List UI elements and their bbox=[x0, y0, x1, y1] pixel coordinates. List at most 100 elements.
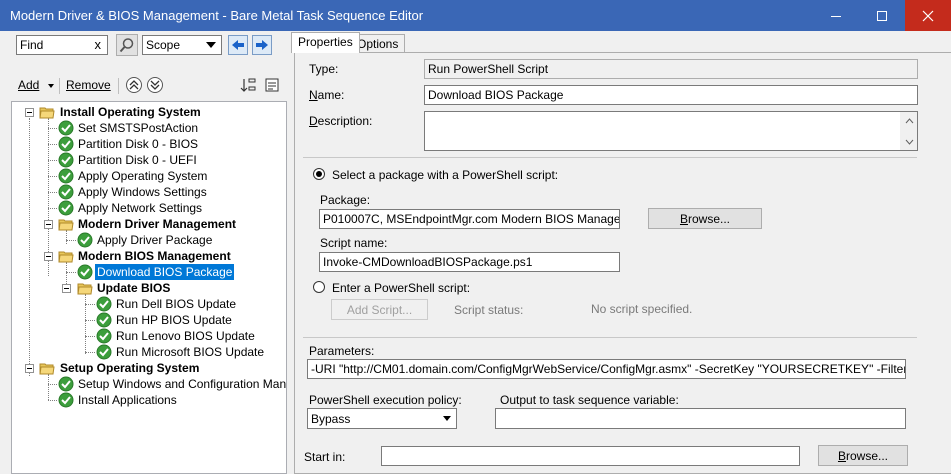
tree-item-label: Partition Disk 0 - UEFI bbox=[78, 153, 197, 167]
divider bbox=[303, 337, 917, 338]
collapse-toggle[interactable] bbox=[25, 108, 34, 117]
check-icon bbox=[58, 152, 74, 168]
double-chevron-up-icon bbox=[129, 80, 139, 90]
script-status-value: No script specified. bbox=[591, 302, 693, 316]
tree-item[interactable]: Install Applications bbox=[12, 392, 286, 408]
tree-item-selected[interactable]: Download BIOS Package bbox=[12, 264, 286, 280]
check-icon bbox=[77, 232, 93, 248]
close-icon bbox=[922, 10, 934, 21]
sort-icon[interactable] bbox=[240, 77, 256, 93]
check-icon bbox=[58, 136, 74, 152]
search-icon bbox=[119, 38, 134, 53]
tree-item[interactable]: Run HP BIOS Update bbox=[12, 312, 286, 328]
package-label: Package: bbox=[320, 193, 371, 207]
folder-icon bbox=[58, 216, 74, 232]
package-input[interactable]: P010007C, MSEndpointMgr.com Modern BIOS … bbox=[319, 209, 620, 229]
folder-icon bbox=[39, 360, 55, 376]
script-name-input[interactable]: Invoke-CMDownloadBIOSPackage.ps1 bbox=[319, 252, 620, 272]
move-down-button[interactable] bbox=[147, 77, 163, 93]
check-icon bbox=[96, 296, 112, 312]
scroll-up-icon[interactable] bbox=[901, 112, 918, 129]
start-in-label: Start in: bbox=[304, 450, 346, 464]
check-icon bbox=[58, 392, 74, 408]
tree-item-label: Run Dell BIOS Update bbox=[116, 297, 237, 311]
check-icon bbox=[96, 328, 112, 344]
check-icon bbox=[96, 344, 112, 360]
find-input[interactable]: Find x bbox=[16, 35, 108, 55]
check-icon bbox=[58, 200, 74, 216]
collapse-toggle[interactable] bbox=[25, 364, 34, 373]
name-input[interactable]: Download BIOS Package bbox=[424, 85, 918, 105]
folder-icon bbox=[58, 248, 74, 264]
tree-item[interactable]: Apply Windows Settings bbox=[12, 184, 286, 200]
scroll-down-icon[interactable] bbox=[901, 133, 918, 150]
output-variable-input[interactable] bbox=[495, 408, 906, 429]
browse-start-in-button[interactable]: Browse... bbox=[818, 445, 908, 466]
parameters-label: Parameters: bbox=[309, 344, 375, 358]
check-icon bbox=[96, 312, 112, 328]
maximize-button[interactable] bbox=[859, 0, 905, 31]
toolbar-separator bbox=[59, 78, 60, 94]
tree-item-modern-driver-management[interactable]: Modern Driver Management bbox=[12, 216, 286, 232]
tree-item[interactable]: Apply Driver Package bbox=[12, 232, 286, 248]
find-button[interactable] bbox=[116, 34, 138, 56]
maximize-icon bbox=[877, 10, 887, 21]
divider bbox=[303, 157, 917, 158]
radio-enter-script[interactable] bbox=[313, 281, 325, 293]
minimize-button[interactable] bbox=[813, 0, 859, 31]
start-in-input[interactable] bbox=[381, 446, 800, 466]
tree-item-label: Set SMSTSPostAction bbox=[78, 121, 199, 135]
check-icon bbox=[77, 264, 93, 280]
tree-item-label: Install Operating System bbox=[60, 105, 201, 119]
tree-item-update-bios[interactable]: Update BIOS bbox=[12, 280, 286, 296]
check-icon bbox=[58, 376, 74, 392]
collapse-toggle[interactable] bbox=[44, 252, 53, 261]
double-chevron-down-icon bbox=[150, 80, 160, 90]
radio-select-package[interactable] bbox=[313, 168, 325, 180]
tree-item-modern-bios-management[interactable]: Modern BIOS Management bbox=[12, 248, 286, 264]
collapse-toggle[interactable] bbox=[44, 220, 53, 229]
properties-icon[interactable] bbox=[264, 77, 280, 93]
tree-item[interactable]: Run Microsoft BIOS Update bbox=[12, 344, 286, 360]
tree-item-label: Apply Driver Package bbox=[97, 233, 213, 247]
tab-properties[interactable]: Properties bbox=[291, 32, 360, 53]
tree-item-label: Partition Disk 0 - BIOS bbox=[78, 137, 199, 151]
scope-select[interactable]: Scope bbox=[142, 35, 222, 55]
tree-item[interactable]: Run Lenovo BIOS Update bbox=[12, 328, 286, 344]
remove-button[interactable]: Remove bbox=[66, 78, 111, 92]
add-script-button[interactable]: Add Script... bbox=[331, 299, 428, 320]
task-sequence-tree[interactable]: Install Operating System Set SMSTSPostAc… bbox=[11, 101, 287, 474]
parameters-input[interactable]: -URI "http://CM01.domain.com/ConfigMgrWe… bbox=[307, 359, 906, 379]
tree-item-install-operating-system[interactable]: Install Operating System bbox=[12, 104, 286, 120]
description-input[interactable] bbox=[424, 111, 918, 151]
close-button[interactable] bbox=[905, 0, 951, 31]
add-button[interactable]: Add bbox=[18, 78, 39, 92]
check-icon bbox=[58, 184, 74, 200]
tree-item-label: Apply Operating System bbox=[78, 169, 208, 183]
tree-item[interactable]: Apply Network Settings bbox=[12, 200, 286, 216]
type-label: Type: bbox=[309, 62, 339, 76]
move-up-button[interactable] bbox=[126, 77, 142, 93]
tree-item-setup-operating-system[interactable]: Setup Operating System bbox=[12, 360, 286, 376]
execution-policy-select[interactable]: Bypass bbox=[307, 408, 457, 429]
tree-item[interactable]: Partition Disk 0 - UEFI bbox=[12, 152, 286, 168]
scope-select-value: Scope bbox=[146, 38, 181, 52]
description-scrollbar[interactable] bbox=[900, 112, 917, 150]
tree-item[interactable]: Apply Operating System bbox=[12, 168, 286, 184]
collapse-toggle[interactable] bbox=[62, 284, 71, 293]
chevron-down-icon bbox=[206, 42, 216, 48]
tree-item-label: Modern Driver Management bbox=[78, 217, 237, 231]
tree-item-label: Apply Network Settings bbox=[78, 201, 203, 215]
find-previous-button[interactable] bbox=[228, 35, 248, 55]
tree-item[interactable]: Run Dell BIOS Update bbox=[12, 296, 286, 312]
browse-package-button[interactable]: Browse... bbox=[648, 208, 762, 229]
clear-find-button[interactable]: x bbox=[95, 37, 102, 52]
add-dropdown-icon[interactable] bbox=[48, 84, 54, 88]
tree-item[interactable]: Partition Disk 0 - BIOS bbox=[12, 136, 286, 152]
find-next-button[interactable] bbox=[252, 35, 272, 55]
tree-item-label: Setup Windows and Configuration Manager bbox=[78, 377, 287, 391]
window-title: Modern Driver & BIOS Management - Bare M… bbox=[10, 8, 424, 23]
tree-item-label: Apply Windows Settings bbox=[78, 185, 207, 199]
tree-item[interactable]: Set SMSTSPostAction bbox=[12, 120, 286, 136]
tree-item[interactable]: Setup Windows and Configuration Manager bbox=[12, 376, 287, 392]
